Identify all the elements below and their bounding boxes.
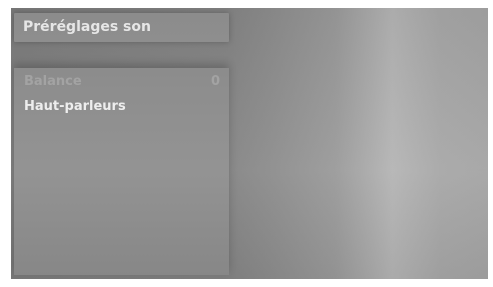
menu-item-label: Haut-parleurs (24, 99, 126, 114)
menu-item-speakers[interactable]: Haut-parleurs (24, 97, 224, 117)
settings-menu-panel: Balance 0 Haut-parleurs (14, 68, 229, 275)
tv-screen: Préréglages son Balance 0 Haut-parleurs (11, 8, 488, 279)
menu-title-bar: Préréglages son (14, 13, 229, 42)
menu-item-label: Balance (24, 74, 82, 89)
menu-item-balance[interactable]: Balance 0 (24, 72, 224, 92)
page-title: Préréglages son (23, 19, 151, 35)
menu-item-value: 0 (210, 74, 220, 89)
